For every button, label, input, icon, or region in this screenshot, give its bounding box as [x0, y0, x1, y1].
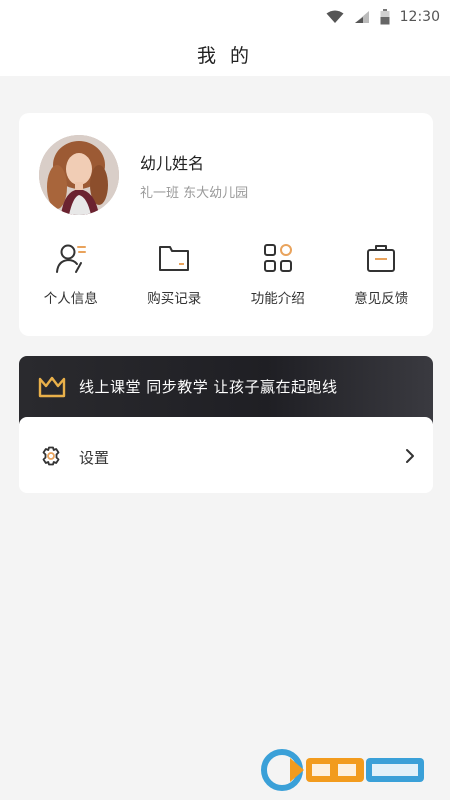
- watermark-logo: [260, 748, 428, 792]
- child-class-school: 礼一班 东大幼儿园: [140, 186, 249, 201]
- status-icons: 12:30: [326, 8, 440, 26]
- signal-icon: [354, 11, 369, 23]
- action-label: 购买记录: [147, 291, 202, 307]
- bag-icon: [364, 241, 398, 275]
- action-personal-info[interactable]: 个人信息: [19, 241, 123, 311]
- action-purchase-records[interactable]: 购买记录: [123, 241, 227, 311]
- header: 我 的: [0, 32, 450, 76]
- promo-banner[interactable]: 线上课堂 同步教学 让孩子赢在起跑线: [19, 356, 433, 424]
- avatar[interactable]: [39, 135, 119, 215]
- gear-icon: [42, 446, 60, 466]
- action-feedback[interactable]: 意见反馈: [330, 241, 434, 311]
- banner-text: 线上课堂 同步教学 让孩子赢在起跑线: [79, 378, 338, 396]
- settings-row[interactable]: 设置: [19, 417, 433, 493]
- settings-label: 设置: [79, 449, 110, 467]
- child-name: 幼儿姓名: [140, 154, 205, 173]
- wifi-icon: [326, 10, 344, 23]
- action-label: 个人信息: [43, 291, 98, 307]
- grid-icon: [261, 241, 295, 275]
- status-bar: 12:30: [0, 0, 450, 32]
- person-icon: [54, 241, 88, 275]
- page-title: 我 的: [196, 44, 254, 67]
- quick-actions: 个人信息 购买记录 功能介绍 意见反馈: [19, 241, 433, 311]
- status-time: 12:30: [399, 9, 440, 25]
- profile-card: 幼儿姓名 礼一班 东大幼儿园 个人信息 购买记录 功能介绍 意见反馈: [19, 113, 433, 336]
- action-label: 意见反馈: [354, 291, 409, 307]
- action-label: 功能介绍: [250, 291, 305, 307]
- crown-icon: [38, 376, 66, 398]
- battery-icon: [380, 9, 390, 25]
- folder-icon: [157, 241, 191, 275]
- action-feature-intro[interactable]: 功能介绍: [226, 241, 330, 311]
- chevron-right-icon: [406, 449, 414, 463]
